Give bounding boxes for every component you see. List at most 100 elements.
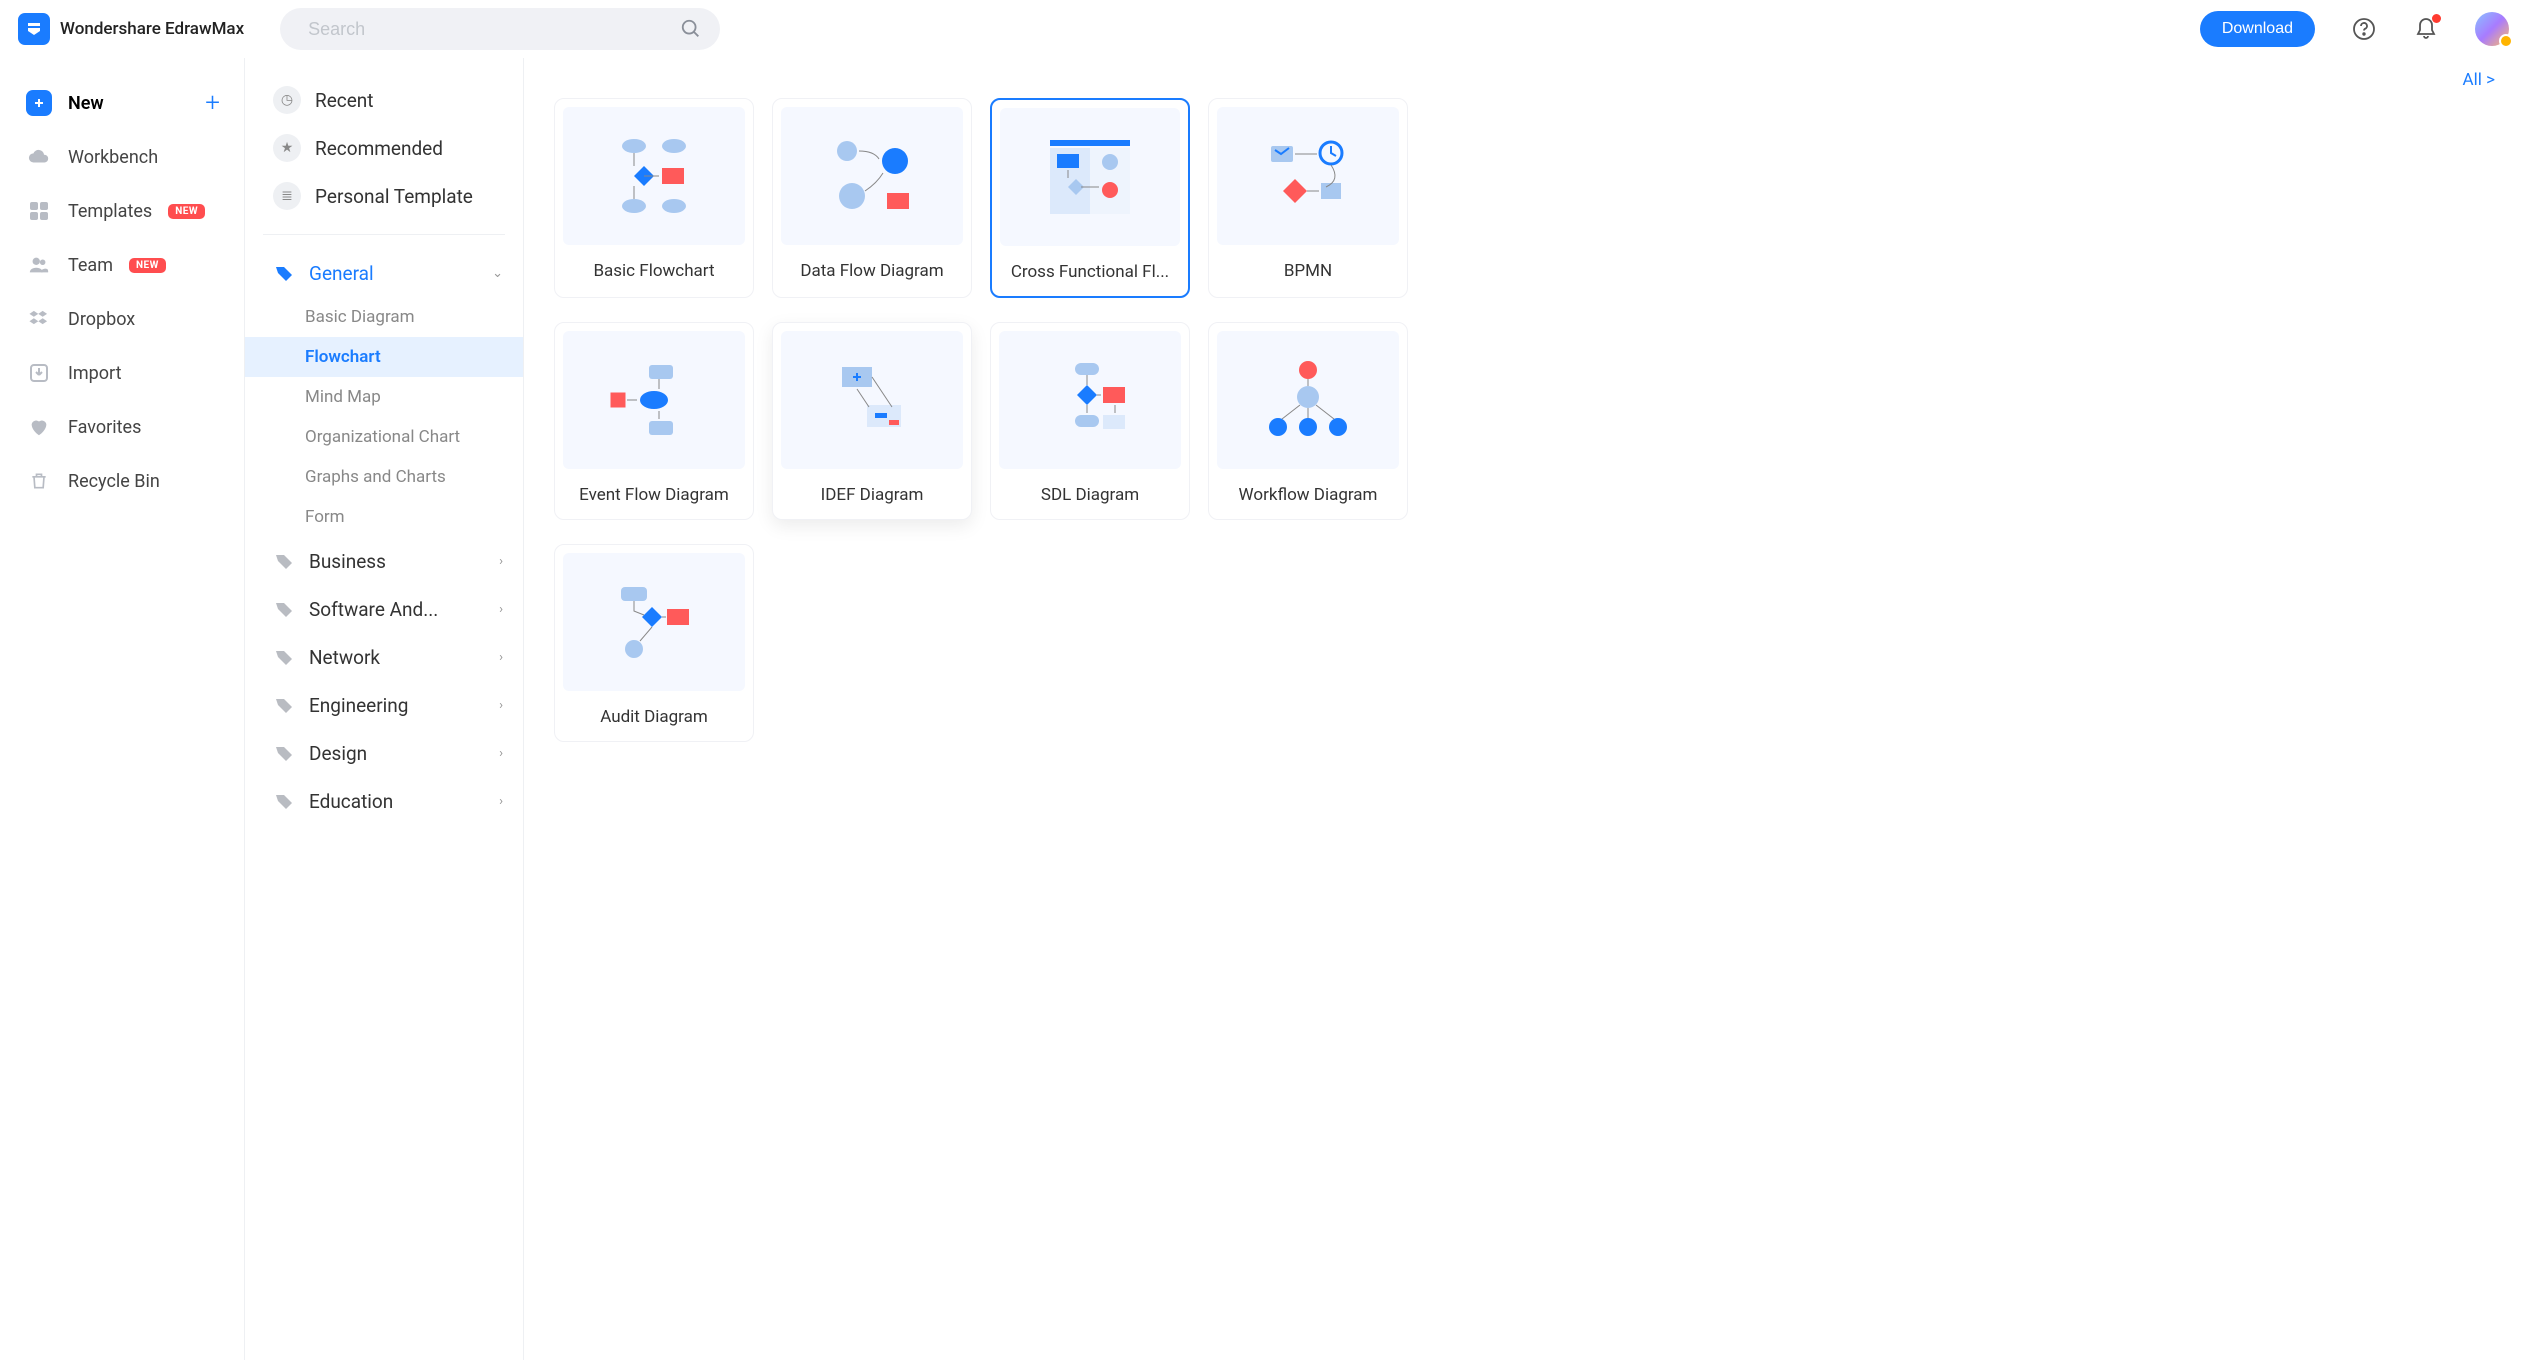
- section-label: Network: [309, 646, 380, 669]
- category-recent[interactable]: ◷Recent: [245, 76, 523, 124]
- template-card-idef[interactable]: IDEF Diagram: [772, 322, 972, 520]
- category-section-engineering[interactable]: Engineering ›: [245, 681, 523, 729]
- category-recommended[interactable]: ★Recommended: [245, 124, 523, 172]
- card-label: Audit Diagram: [555, 699, 753, 741]
- nav-item-import[interactable]: Import: [0, 346, 244, 400]
- card-thumbnail: [1217, 331, 1399, 469]
- download-button[interactable]: Download: [2200, 11, 2315, 47]
- template-card-sdl[interactable]: SDL Diagram: [990, 322, 1190, 520]
- logo-area: Wondershare EdrawMax: [18, 13, 244, 45]
- search-field-wrap: [280, 8, 720, 50]
- cloud-icon: [26, 144, 52, 170]
- app-logo-icon: [18, 13, 50, 45]
- template-card-workflow[interactable]: Workflow Diagram: [1208, 322, 1408, 520]
- dropbox-icon: [26, 306, 52, 332]
- card-thumbnail: [781, 107, 963, 245]
- card-thumbnail: [1000, 108, 1180, 246]
- nav-item-recycle[interactable]: Recycle Bin: [0, 454, 244, 508]
- tag-icon: [273, 742, 295, 764]
- category-section-education[interactable]: Education›: [245, 777, 523, 825]
- tag-icon: [273, 790, 295, 812]
- plus-box-icon: [26, 90, 52, 116]
- card-label: Cross Functional Fl...: [992, 254, 1188, 296]
- nav-label: Recycle Bin: [68, 471, 160, 492]
- nav-item-team[interactable]: Team NEW: [0, 238, 244, 292]
- template-grid: Basic Flowchart Data Flow Diagram Cross Fu…: [554, 98, 2495, 742]
- app-title: Wondershare EdrawMax: [60, 19, 244, 39]
- chevron-right-icon: ›: [499, 650, 503, 665]
- category-sub-graphs[interactable]: Graphs and Charts: [245, 457, 523, 497]
- category-label: Recent: [315, 89, 374, 112]
- section-label: Design: [309, 742, 367, 765]
- template-card-audit[interactable]: Audit Diagram: [554, 544, 754, 742]
- chevron-right-icon: ›: [499, 602, 503, 617]
- category-sub-flowchart[interactable]: Flowchart: [245, 337, 523, 377]
- topbar: Wondershare EdrawMax Download: [0, 0, 2525, 58]
- card-thumbnail: [781, 331, 963, 469]
- trash-icon: [26, 468, 52, 494]
- category-label: Personal Template: [315, 185, 473, 208]
- search-input[interactable]: [280, 8, 720, 50]
- category-sub-form[interactable]: Form: [245, 497, 523, 537]
- section-label: Software And...: [309, 598, 438, 621]
- card-label: SDL Diagram: [991, 477, 1189, 519]
- card-label: Workflow Diagram: [1209, 477, 1407, 519]
- avatar-badge-icon: [2499, 34, 2513, 48]
- notification-dot: [2432, 14, 2441, 23]
- tag-icon: [273, 262, 295, 284]
- category-sub-mindmap[interactable]: Mind Map: [245, 377, 523, 417]
- nav-item-new[interactable]: New +: [0, 76, 244, 130]
- category-section-network[interactable]: Network ›: [245, 633, 523, 681]
- nav-label: New: [68, 93, 104, 114]
- category-sub-basic[interactable]: Basic Diagram: [245, 297, 523, 337]
- nav-item-favorites[interactable]: Favorites: [0, 400, 244, 454]
- category-section-business[interactable]: Business ›: [245, 537, 523, 585]
- new-badge: NEW: [129, 258, 166, 273]
- notification-bell-icon[interactable]: [2413, 16, 2439, 42]
- user-avatar[interactable]: [2475, 12, 2509, 46]
- chevron-right-icon: ›: [499, 554, 503, 569]
- nav-item-dropbox[interactable]: Dropbox: [0, 292, 244, 346]
- all-link[interactable]: All >: [2463, 70, 2495, 90]
- card-thumbnail: [1217, 107, 1399, 245]
- card-thumbnail: [563, 107, 745, 245]
- card-label: Data Flow Diagram: [773, 253, 971, 295]
- chevron-right-icon: ›: [499, 746, 503, 761]
- category-section-general[interactable]: General⌄: [245, 249, 523, 297]
- primary-sidebar: New + Workbench TemplatesNEW Team NEW Dropbox I…: [0, 58, 244, 1360]
- section-label: Business: [309, 550, 386, 573]
- template-card-basic-flowchart[interactable]: Basic Flowchart: [554, 98, 754, 298]
- tag-icon: [273, 646, 295, 668]
- tag-icon: [273, 550, 295, 572]
- tag-icon: [273, 598, 295, 620]
- help-icon[interactable]: [2351, 16, 2377, 42]
- nav-item-templates[interactable]: TemplatesNEW: [0, 184, 244, 238]
- nav-label: Favorites: [68, 417, 141, 438]
- template-card-bpmn[interactable]: BPMN: [1208, 98, 1408, 298]
- template-card-cross-func[interactable]: Cross Functional Fl...: [990, 98, 1190, 298]
- new-plus-icon[interactable]: +: [205, 88, 220, 118]
- category-section-software[interactable]: Software And... ›: [245, 585, 523, 633]
- search-icon[interactable]: [680, 18, 702, 40]
- section-label: Engineering: [309, 694, 408, 717]
- people-icon: [26, 252, 52, 278]
- card-label: Basic Flowchart: [555, 253, 753, 295]
- nav-label: Dropbox: [68, 309, 135, 330]
- nav-label: Workbench: [68, 147, 158, 168]
- category-section-design[interactable]: Design ›: [245, 729, 523, 777]
- import-icon: [26, 360, 52, 386]
- category-sub-org[interactable]: Organizational Chart: [245, 417, 523, 457]
- nav-label: Templates: [68, 201, 152, 222]
- template-card-event-flow[interactable]: Event Flow Diagram: [554, 322, 754, 520]
- doc-icon: ≣: [273, 182, 301, 210]
- section-label: General: [309, 262, 374, 285]
- card-thumbnail: [563, 331, 745, 469]
- template-card-data-flow[interactable]: Data Flow Diagram: [772, 98, 972, 298]
- chevron-right-icon: ›: [499, 698, 503, 713]
- grid-icon: [26, 198, 52, 224]
- nav-item-workbench[interactable]: Workbench: [0, 130, 244, 184]
- nav-label: Team: [68, 255, 113, 276]
- nav-label: Import: [68, 363, 121, 384]
- category-label: Recommended: [315, 137, 443, 160]
- category-personal[interactable]: ≣ Personal Template: [245, 172, 523, 220]
